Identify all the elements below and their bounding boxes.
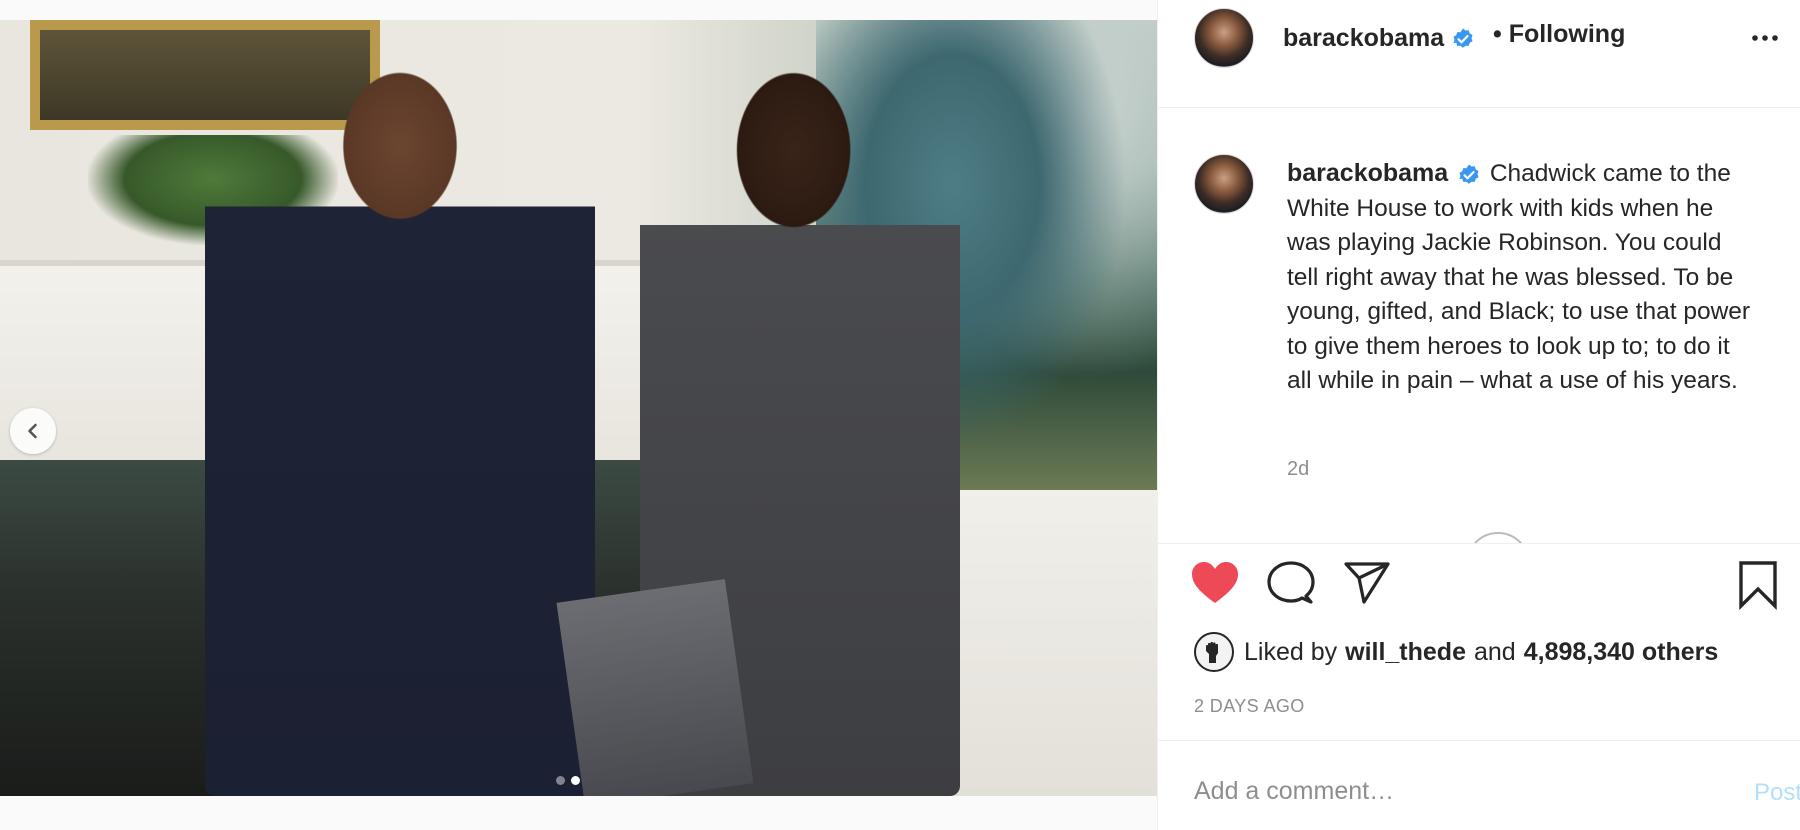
paper-plane-icon[interactable] — [1342, 560, 1392, 606]
comment-input[interactable] — [1194, 777, 1654, 806]
likes-summary: Liked by will_thede and 4,898,340 others — [1194, 632, 1718, 672]
carousel-dot — [556, 776, 565, 785]
photo-gift-bag — [556, 579, 754, 796]
add-comment-bar: Post — [1158, 740, 1800, 830]
photo-person-left — [205, 40, 595, 796]
carousel-indicators — [556, 776, 580, 785]
caption-text: Chadwick came to the White House to work… — [1287, 160, 1751, 394]
post-caption: barackobama Chadwick came to the White H… — [1287, 156, 1757, 399]
carousel-dot-active — [571, 776, 580, 785]
raised-fist-icon[interactable] — [1194, 632, 1234, 672]
chevron-left-icon — [28, 423, 37, 439]
action-bar — [1158, 560, 1800, 620]
caption-username[interactable]: barackobama — [1287, 159, 1448, 187]
next-comment-avatar — [1466, 532, 1530, 543]
author-username[interactable]: barackobama — [1283, 24, 1475, 53]
post-side-panel: barackobama • Following barackobama Chad… — [1157, 0, 1800, 830]
post-media[interactable] — [0, 20, 1157, 796]
verified-badge-icon — [1459, 164, 1479, 184]
carousel-prev-button[interactable] — [10, 408, 56, 454]
caption-author-avatar[interactable] — [1194, 154, 1254, 214]
post-date[interactable]: 2 DAYS AGO — [1194, 696, 1305, 717]
author-avatar[interactable] — [1194, 8, 1254, 68]
author-username-text[interactable]: barackobama — [1283, 24, 1444, 52]
comments-section: barackobama Chadwick came to the White H… — [1158, 108, 1800, 544]
liked-by-user-link[interactable]: will_thede — [1345, 638, 1466, 667]
post-header: barackobama • Following — [1158, 0, 1800, 108]
caption-timestamp[interactable]: 2d — [1287, 458, 1309, 481]
following-button[interactable]: • Following — [1493, 20, 1625, 49]
likes-count-link[interactable]: 4,898,340 others — [1524, 638, 1719, 667]
post-comment-button[interactable]: Post — [1754, 779, 1800, 807]
comment-bubble-icon[interactable] — [1266, 560, 1316, 606]
verified-badge-icon — [1453, 28, 1473, 49]
liked-by-prefix: Liked by — [1244, 637, 1338, 666]
bookmark-icon[interactable] — [1736, 560, 1780, 610]
more-options-icon[interactable] — [1750, 28, 1780, 48]
heart-filled-icon[interactable] — [1190, 560, 1240, 606]
liked-by-and: and — [1474, 637, 1516, 666]
